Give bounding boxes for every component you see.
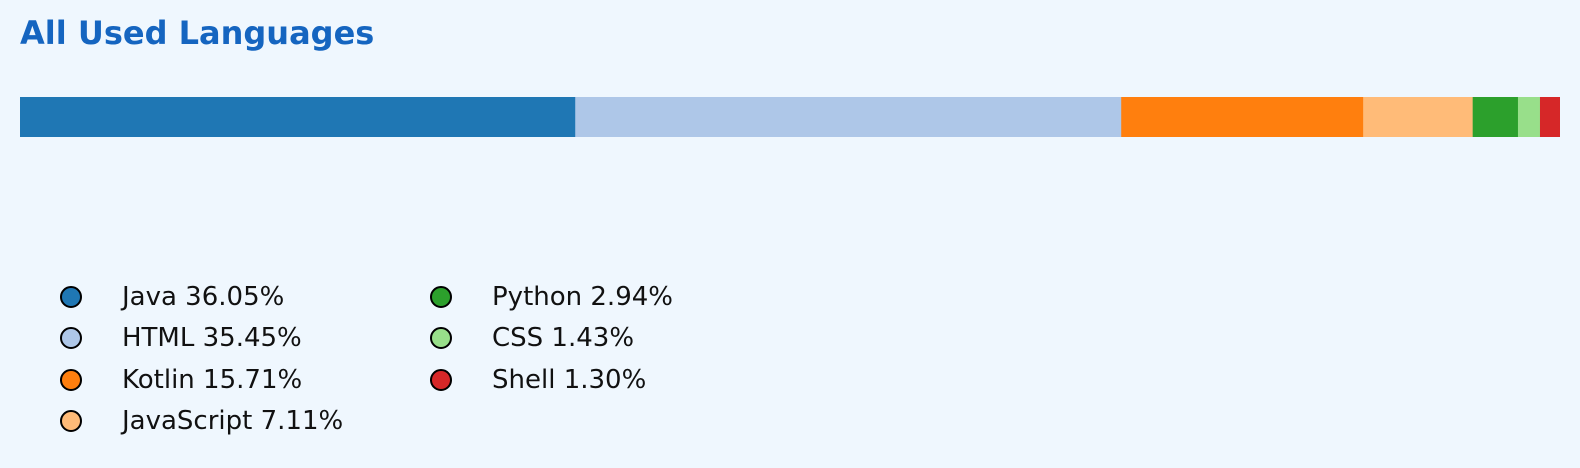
bar-segment-css	[1517, 97, 1541, 137]
legend-item-java: Java 36.05%	[60, 276, 430, 318]
legend: Java 36.05% HTML 35.45% Kotlin 15.71% Ja…	[60, 276, 800, 442]
legend-swatch-javascript	[60, 410, 82, 433]
legend-label-java: Java 36.05%	[122, 281, 285, 312]
legend-item-python: Python 2.94%	[430, 276, 800, 318]
legend-swatch-shell	[430, 368, 452, 391]
legend-swatch-kotlin	[60, 368, 82, 391]
bar-segment-python	[1472, 97, 1519, 137]
bar-segment-html	[575, 97, 1122, 137]
chart-title: All Used Languages	[20, 14, 375, 52]
bar-segment-shell	[1539, 97, 1560, 137]
legend-label-html: HTML 35.45%	[122, 323, 302, 354]
legend-item-shell: Shell 1.30%	[430, 359, 800, 401]
bar-segment-javascript	[1363, 97, 1473, 137]
legend-label-kotlin: Kotlin 15.71%	[122, 364, 303, 395]
legend-item-javascript: JavaScript 7.11%	[60, 401, 430, 443]
legend-swatch-css	[430, 327, 452, 350]
legend-item-html: HTML 35.45%	[60, 318, 430, 360]
bar-segment-java	[20, 97, 576, 137]
legend-label-css: CSS 1.43%	[492, 323, 635, 354]
legend-label-shell: Shell 1.30%	[492, 364, 647, 395]
legend-item-css: CSS 1.43%	[430, 318, 800, 360]
stacked-language-bar	[20, 97, 1560, 137]
legend-label-javascript: JavaScript 7.11%	[122, 406, 344, 437]
bar-segment-kotlin	[1121, 97, 1364, 137]
legend-label-python: Python 2.94%	[492, 281, 673, 312]
legend-swatch-java	[60, 285, 82, 308]
legend-item-kotlin: Kotlin 15.71%	[60, 359, 430, 401]
legend-swatch-python	[430, 285, 452, 308]
legend-swatch-html	[60, 327, 82, 350]
